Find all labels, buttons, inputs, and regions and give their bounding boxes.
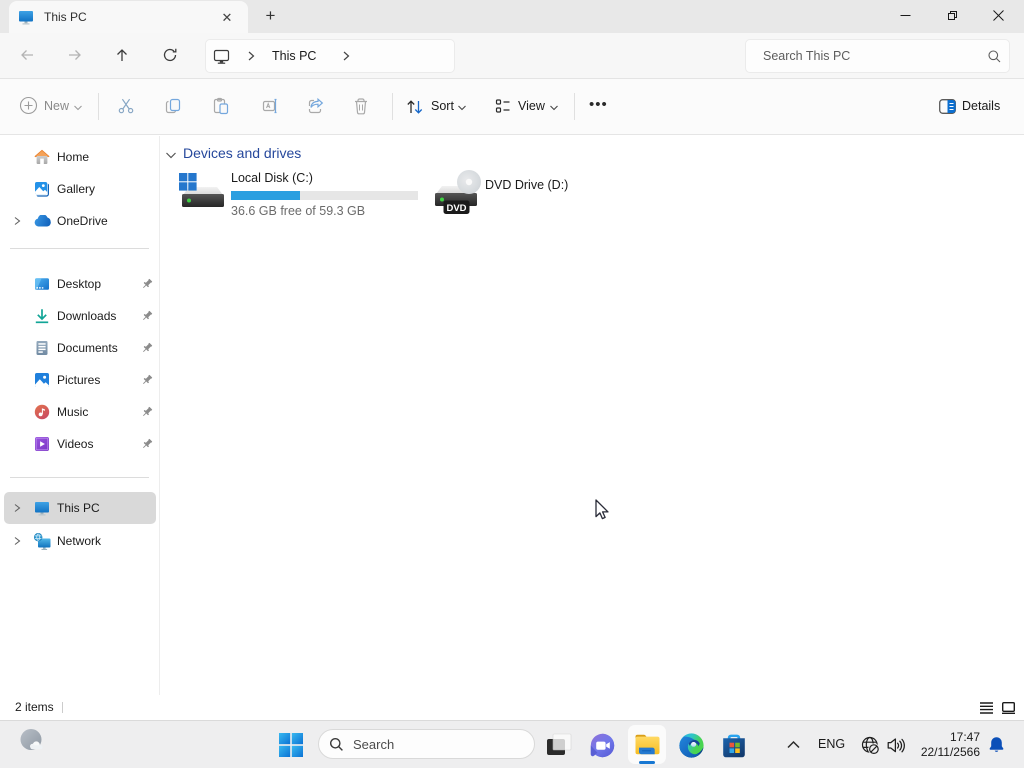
svg-text:DVD: DVD bbox=[446, 203, 466, 214]
